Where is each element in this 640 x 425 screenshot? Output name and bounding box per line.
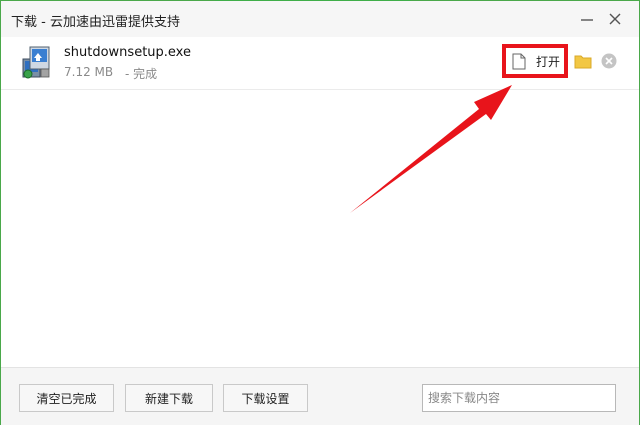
minimize-button[interactable] xyxy=(577,9,597,29)
footer-toolbar: 清空已完成 新建下载 下载设置 xyxy=(1,367,639,425)
title-bar: 下载 - 云加速由迅雷提供支持 xyxy=(1,1,639,37)
download-list: shutdownsetup.exe 7.12 MB - 完成 打开 xyxy=(1,37,639,367)
open-file-label: 打开 xyxy=(536,55,561,69)
installer-file-icon xyxy=(22,46,50,79)
open-file-button[interactable]: 打开 xyxy=(502,44,568,78)
file-size: 7.12 MB xyxy=(64,65,114,79)
window-title: 下载 - 云加速由迅雷提供支持 xyxy=(11,15,180,30)
new-download-button[interactable]: 新建下载 xyxy=(125,384,213,412)
download-window: 下载 - 云加速由迅雷提供支持 shutdownsetup.exe 7.12 M… xyxy=(0,0,640,425)
file-name: shutdownsetup.exe xyxy=(64,45,191,60)
close-button[interactable] xyxy=(605,9,625,29)
download-settings-button[interactable]: 下载设置 xyxy=(223,384,308,412)
file-status: - 完成 xyxy=(125,67,158,81)
close-icon xyxy=(609,13,621,25)
minimize-icon xyxy=(581,19,593,21)
clear-completed-button[interactable]: 清空已完成 xyxy=(19,384,114,412)
close-circle-icon[interactable] xyxy=(601,53,617,69)
document-icon xyxy=(512,53,526,70)
download-item[interactable]: shutdownsetup.exe 7.12 MB - 完成 打开 xyxy=(1,37,639,90)
search-downloads-input[interactable] xyxy=(422,384,616,412)
folder-icon[interactable] xyxy=(574,54,592,69)
